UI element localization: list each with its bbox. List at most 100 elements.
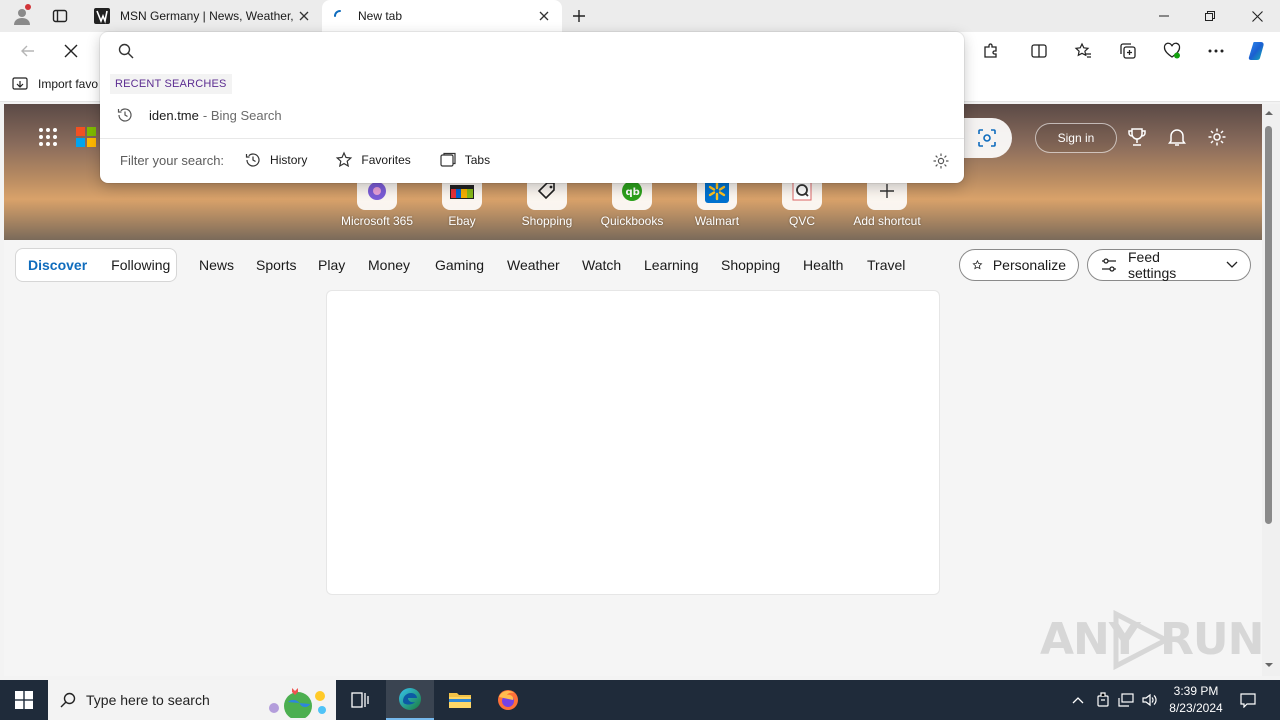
category-news[interactable]: News bbox=[199, 257, 234, 273]
new-tab-page: Sign in Microsoft 365 Ebay Shopping qb Q… bbox=[4, 104, 1262, 676]
loading-spinner-icon bbox=[332, 8, 348, 24]
address-bar-dropdown: RECENT SEARCHES iden.tme - Bing Search F… bbox=[100, 32, 964, 183]
collections-icon bbox=[1120, 43, 1136, 59]
settings-and-more-button[interactable] bbox=[1201, 36, 1231, 66]
category-watch[interactable]: Watch bbox=[582, 257, 621, 273]
minimize-button[interactable] bbox=[1141, 0, 1187, 32]
recent-search-item[interactable]: iden.tme - Bing Search bbox=[100, 100, 964, 130]
tabs-icon bbox=[440, 152, 456, 167]
collections-button[interactable] bbox=[1113, 36, 1143, 66]
category-learning[interactable]: Learning bbox=[644, 257, 699, 273]
close-icon bbox=[1251, 10, 1263, 22]
category-shopping[interactable]: Shopping bbox=[721, 257, 780, 273]
restore-icon bbox=[1205, 11, 1215, 21]
chevron-down-icon bbox=[1226, 261, 1238, 268]
tab-new-tab[interactable]: New tab bbox=[322, 0, 562, 32]
windows-taskbar: Type here to search 3:39 PM 8/23/2024 bbox=[0, 680, 1280, 720]
import-favorites-button[interactable]: Import favo bbox=[12, 76, 98, 92]
star-icon bbox=[336, 151, 353, 168]
sliders-icon bbox=[1101, 258, 1116, 272]
category-money[interactable]: Money bbox=[368, 257, 410, 273]
star-list-icon bbox=[1074, 42, 1091, 58]
taskbar-firefox-button[interactable] bbox=[484, 680, 532, 720]
taskbar-edge-button[interactable] bbox=[386, 680, 434, 720]
app-launcher-button[interactable] bbox=[38, 127, 58, 147]
new-tab-button[interactable] bbox=[566, 4, 592, 28]
close-window-button[interactable] bbox=[1234, 0, 1280, 32]
tab-discover[interactable]: Discover bbox=[16, 257, 99, 273]
clock-date: 8/23/2024 bbox=[1169, 701, 1223, 715]
scroll-down-icon[interactable] bbox=[1264, 660, 1274, 670]
watermark-text-right: RUN bbox=[1160, 614, 1262, 665]
tab-following[interactable]: Following bbox=[99, 257, 182, 273]
notifications-button[interactable] bbox=[1166, 126, 1188, 148]
trophy-icon bbox=[1128, 128, 1146, 146]
gear-icon[interactable] bbox=[932, 152, 950, 170]
anyrun-watermark: ANY RUN bbox=[1040, 610, 1262, 670]
browser-essentials-button[interactable] bbox=[1157, 36, 1187, 66]
close-icon bbox=[64, 44, 78, 58]
tab-title: MSN Germany | News, Weather, bbox=[120, 9, 294, 23]
tab-close-icon[interactable] bbox=[536, 8, 552, 24]
page-settings-button[interactable] bbox=[1206, 126, 1228, 148]
taskbar-search-box[interactable]: Type here to search bbox=[48, 680, 336, 720]
speaker-icon bbox=[1142, 693, 1157, 707]
tab-msn-germany[interactable]: MSN Germany | News, Weather, bbox=[84, 0, 322, 32]
usb-device-icon bbox=[1097, 692, 1109, 707]
task-view-icon bbox=[351, 692, 369, 708]
tab-close-icon[interactable] bbox=[296, 8, 312, 24]
feed-settings-button[interactable]: Feed settings bbox=[1087, 249, 1251, 281]
task-view-button[interactable] bbox=[336, 680, 384, 720]
sign-in-button[interactable]: Sign in bbox=[1035, 123, 1117, 153]
show-hidden-icons-button[interactable] bbox=[1068, 690, 1088, 710]
favorites-button[interactable] bbox=[1068, 36, 1098, 66]
profile-notification-dot bbox=[25, 4, 31, 10]
history-icon bbox=[245, 153, 260, 167]
category-weather[interactable]: Weather bbox=[507, 257, 560, 273]
import-icon bbox=[12, 77, 28, 90]
profile-button[interactable] bbox=[8, 3, 36, 29]
minimize-icon bbox=[1159, 15, 1169, 17]
filter-favorites-label: Favorites bbox=[361, 153, 411, 167]
address-bar-input[interactable] bbox=[144, 38, 944, 64]
category-play[interactable]: Play bbox=[318, 257, 345, 273]
taskbar-file-explorer-button[interactable] bbox=[436, 680, 484, 720]
rewards-button[interactable] bbox=[1126, 126, 1148, 148]
category-travel[interactable]: Travel bbox=[867, 257, 905, 273]
scroll-up-icon[interactable] bbox=[1264, 108, 1274, 118]
history-icon bbox=[117, 108, 132, 122]
tray-device-button[interactable] bbox=[1093, 690, 1113, 710]
category-gaming[interactable]: Gaming bbox=[435, 257, 484, 273]
recent-search-suffix: - Bing Search bbox=[202, 107, 282, 123]
filter-history-button[interactable]: History bbox=[244, 151, 307, 169]
filter-tabs-button[interactable]: Tabs bbox=[439, 151, 490, 169]
tab-actions-icon bbox=[52, 9, 68, 23]
network-button[interactable] bbox=[1116, 690, 1136, 710]
category-health[interactable]: Health bbox=[803, 257, 843, 273]
filter-favorites-button[interactable]: Favorites bbox=[335, 151, 411, 169]
start-button[interactable] bbox=[0, 680, 48, 720]
puzzle-icon bbox=[984, 43, 997, 58]
copilot-button[interactable] bbox=[1243, 36, 1273, 66]
system-clock[interactable]: 3:39 PM 8/23/2024 bbox=[1160, 683, 1232, 717]
volume-button[interactable] bbox=[1140, 690, 1160, 710]
import-favorites-label: Import favo bbox=[38, 77, 99, 91]
visual-search-button[interactable] bbox=[962, 118, 1012, 158]
bell-icon bbox=[1168, 129, 1186, 146]
category-sports[interactable]: Sports bbox=[256, 257, 296, 273]
windows-logo-icon bbox=[15, 691, 33, 709]
clock-time: 3:39 PM bbox=[1173, 684, 1219, 698]
action-center-button[interactable] bbox=[1236, 680, 1260, 720]
scrollbar-thumb[interactable] bbox=[1265, 126, 1272, 524]
tab-actions-button[interactable] bbox=[46, 3, 74, 29]
search-filter-row: Filter your search: History Favorites Ta… bbox=[100, 146, 964, 174]
restore-button[interactable] bbox=[1187, 0, 1233, 32]
gear-icon bbox=[1208, 128, 1226, 146]
personalize-button[interactable]: Personalize bbox=[959, 249, 1079, 281]
back-button[interactable] bbox=[13, 36, 43, 66]
stop-loading-button[interactable] bbox=[56, 36, 86, 66]
personalize-label: Personalize bbox=[992, 257, 1066, 273]
split-screen-button[interactable] bbox=[1024, 36, 1054, 66]
extensions-button[interactable] bbox=[976, 36, 1006, 66]
page-scrollbar[interactable] bbox=[1262, 104, 1280, 676]
